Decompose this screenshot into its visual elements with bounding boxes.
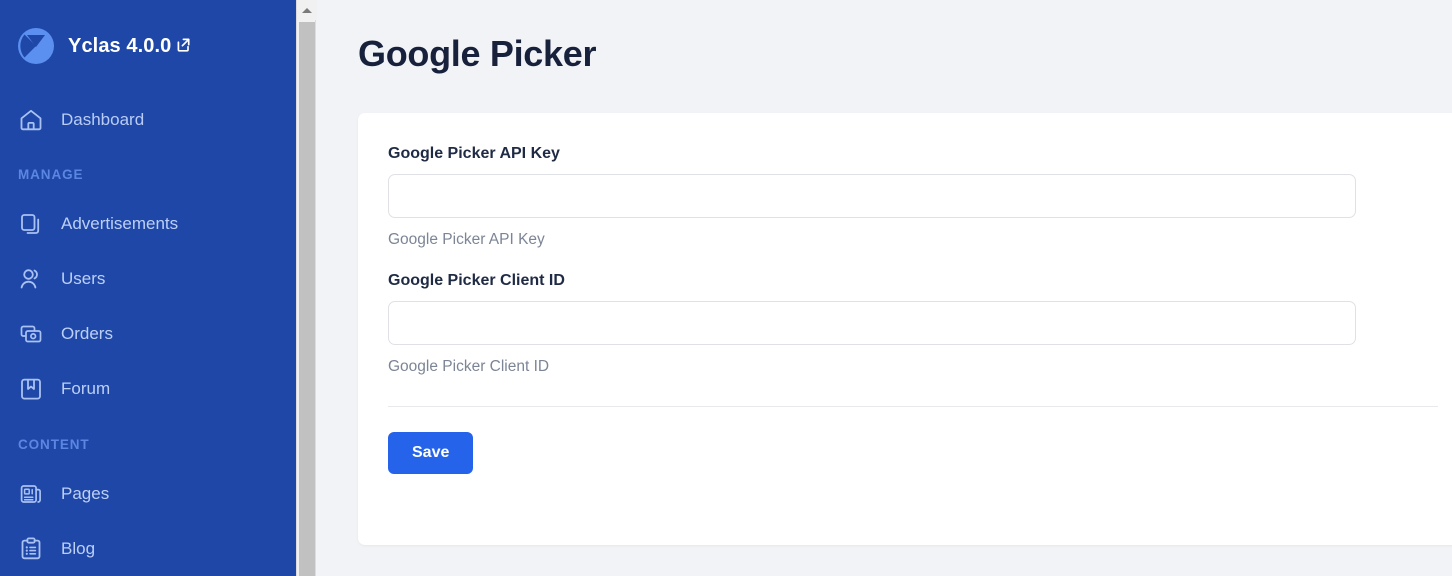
settings-card: Google Picker API Key Google Picker API … [358,113,1452,545]
main-content: Google Picker Google Picker API Key Goog… [318,0,1452,576]
save-button[interactable]: Save [388,432,474,474]
bookmark-book-icon [18,376,44,402]
external-link-icon[interactable] [175,36,193,54]
newspaper-icon [18,481,44,507]
sidebar-item-users[interactable]: Users [0,251,296,306]
sidebar-item-advertisements[interactable]: Advertisements [0,196,296,251]
form-divider [388,406,1438,407]
field-spacer [388,249,1438,272]
money-bills-icon [18,321,44,347]
sidebar-item-blog[interactable]: Blog [0,521,296,576]
sidebar: Yclas 4.0.0 Dashboard MANAGE Advertiseme… [0,0,296,576]
sidebar-item-label: Users [61,268,106,288]
sidebar-item-label: Forum [61,378,111,398]
sidebar-scrollbar[interactable] [296,0,317,576]
sidebar-item-label: Blog [61,538,96,558]
home-icon [18,107,44,133]
sidebar-item-dashboard[interactable]: Dashboard [0,92,296,147]
field-help-text: Google Picker API Key [388,231,545,248]
sidebar-item-label: Advertisements [61,213,179,233]
brand-header[interactable]: Yclas 4.0.0 [0,0,296,92]
field-help-text: Google Picker Client ID [388,358,550,375]
field-label: Google Picker API Key [388,145,560,162]
sidebar-item-orders[interactable]: Orders [0,306,296,361]
sidebar-item-forum[interactable]: Forum [0,361,296,416]
sidebar-section-manage: MANAGE [18,166,84,182]
scrollbar-thumb[interactable] [299,22,315,576]
field-label: Google Picker Client ID [388,272,565,289]
sidebar-section-content: CONTENT [18,436,90,452]
settings-form: Google Picker API Key Google Picker API … [358,113,1452,474]
google-picker-client-id-input[interactable] [388,301,1356,345]
users-icon [18,266,44,292]
sidebar-item-pages[interactable]: Pages [0,466,296,521]
sidebar-item-label: Pages [61,483,110,503]
brand-name: Yclas 4.0.0 [68,34,172,57]
sidebar-item-label: Orders [61,323,113,343]
copy-documents-icon [18,211,44,237]
admin-app-window: Yclas 4.0.0 Dashboard MANAGE Advertiseme… [0,0,1452,576]
field-google-picker-client-id: Google Picker Client ID Google Picker Cl… [388,272,1438,376]
clipboard-list-icon [18,536,44,562]
yclas-logo-icon [16,26,56,66]
field-google-picker-api-key: Google Picker API Key Google Picker API … [388,145,1438,249]
page-title: Google Picker [358,33,597,74]
brand-title: Yclas 4.0.0 [68,35,193,58]
google-picker-api-key-input[interactable] [388,174,1356,218]
sidebar-item-label: Dashboard [61,109,145,129]
scroll-up-arrow-icon[interactable] [297,0,317,20]
